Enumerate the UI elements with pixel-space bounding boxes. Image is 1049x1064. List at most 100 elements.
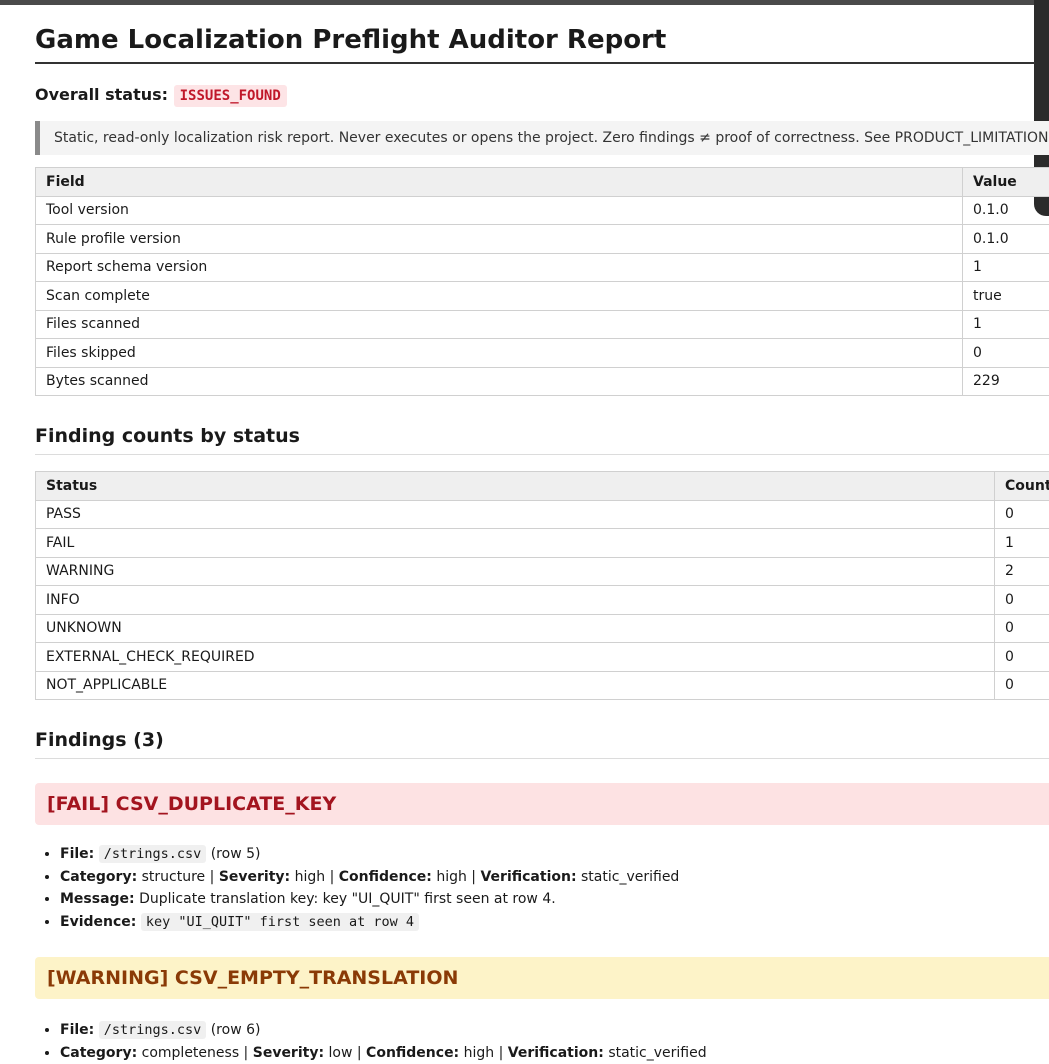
status-counts-table: Status Count PASS0 FAIL1 WARNING2 INFO0 … <box>35 471 1049 700</box>
message-value: Duplicate translation key: key "UI_QUIT"… <box>139 891 556 907</box>
table-cell: 0 <box>963 339 1049 368</box>
field-label: File: <box>60 1022 94 1038</box>
list-item: Category: completeness | Severity: low |… <box>60 1042 1049 1064</box>
field-label: Severity: <box>219 869 290 885</box>
field-label: File: <box>60 846 94 862</box>
table-cell: FAIL <box>36 529 995 558</box>
evidence-value: key "UI_QUIT" first seen at row 4 <box>141 913 419 931</box>
table-header-row: Status Count <box>36 472 1049 501</box>
field-label: Category: <box>60 1045 137 1061</box>
table-row: Files scanned1 <box>36 310 1049 339</box>
verification-value: static_verified <box>581 869 679 885</box>
finding-title-warning: [WARNING] CSV_EMPTY_TRANSLATION <box>35 957 1049 999</box>
table-row: NOT_APPLICABLE0 <box>36 671 1049 700</box>
section-heading-counts: Finding counts by status <box>35 422 1049 455</box>
table-cell: 1 <box>963 310 1049 339</box>
table-cell: INFO <box>36 586 995 615</box>
field-label: Verification: <box>508 1045 604 1061</box>
table-row: FAIL1 <box>36 529 1049 558</box>
table-cell: 1 <box>963 253 1049 282</box>
list-item: Evidence: key "UI_QUIT" first seen at ro… <box>60 911 1049 934</box>
disclaimer-notice: Static, read-only localization risk repo… <box>35 121 1049 155</box>
column-header: Count <box>995 472 1049 501</box>
status-badge: ISSUES_FOUND <box>174 85 287 107</box>
page-title: Game Localization Preflight Auditor Repo… <box>35 20 1035 64</box>
field-label: Verification: <box>480 869 576 885</box>
table-row: Files skipped0 <box>36 339 1049 368</box>
field-label: Confidence: <box>366 1045 459 1061</box>
severity-value: low <box>329 1045 353 1061</box>
table-row: UNKNOWN0 <box>36 614 1049 643</box>
table-row: PASS0 <box>36 500 1049 529</box>
table-cell: EXTERNAL_CHECK_REQUIRED <box>36 643 995 672</box>
table-cell: Files skipped <box>36 339 963 368</box>
table-row: Tool version0.1.0 <box>36 196 1049 225</box>
table-cell: Bytes scanned <box>36 367 963 396</box>
field-label: Message: <box>60 891 135 907</box>
finding-title-fail: [FAIL] CSV_DUPLICATE_KEY <box>35 783 1049 825</box>
row-ref: (row 6) <box>211 1022 261 1038</box>
column-header: Field <box>36 168 963 197</box>
list-item: Message: Duplicate translation key: key … <box>60 888 1049 911</box>
finding-details: File: /strings.csv (row 5) Category: str… <box>35 843 1049 933</box>
table-cell: UNKNOWN <box>36 614 995 643</box>
list-item: File: /strings.csv (row 6) <box>60 1019 1049 1042</box>
separator: | <box>494 1045 508 1061</box>
field-label: Confidence: <box>339 869 432 885</box>
confidence-value: high <box>464 1045 495 1061</box>
table-cell: 0 <box>995 671 1049 700</box>
category-value: completeness <box>142 1045 239 1061</box>
table-cell: Rule profile version <box>36 225 963 254</box>
separator: | <box>239 1045 253 1061</box>
table-cell: 0 <box>995 500 1049 529</box>
field-label: Evidence: <box>60 914 136 930</box>
separator: | <box>205 869 219 885</box>
field-label: Category: <box>60 869 137 885</box>
report-page: Game Localization Preflight Auditor Repo… <box>35 20 1049 1064</box>
table-row: Report schema version1 <box>36 253 1049 282</box>
separator: | <box>352 1045 366 1061</box>
list-item: Category: structure | Severity: high | C… <box>60 866 1049 889</box>
table-cell: 0 <box>995 643 1049 672</box>
verification-value: static_verified <box>608 1045 706 1061</box>
table-cell: Tool version <box>36 196 963 225</box>
table-row: WARNING2 <box>36 557 1049 586</box>
metadata-table: Field Value Tool version0.1.0 Rule profi… <box>35 167 1049 396</box>
overall-status-label: Overall status: <box>35 85 168 104</box>
table-cell: NOT_APPLICABLE <box>36 671 995 700</box>
separator: | <box>325 869 339 885</box>
section-heading-findings: Findings (3) <box>35 726 1049 759</box>
row-ref: (row 5) <box>211 846 261 862</box>
table-row: INFO0 <box>36 586 1049 615</box>
table-cell: PASS <box>36 500 995 529</box>
browser-top-bar <box>0 0 1049 5</box>
table-header-row: Field Value <box>36 168 1049 197</box>
overall-status: Overall status: ISSUES_FOUND <box>35 82 1049 108</box>
table-row: Scan completetrue <box>36 282 1049 311</box>
table-row: Bytes scanned229 <box>36 367 1049 396</box>
table-cell: true <box>963 282 1049 311</box>
file-path: /strings.csv <box>99 845 207 863</box>
confidence-value: high <box>436 869 467 885</box>
table-cell: Scan complete <box>36 282 963 311</box>
table-cell: WARNING <box>36 557 995 586</box>
table-cell: 1 <box>995 529 1049 558</box>
column-header: Value <box>963 168 1049 197</box>
field-label: Severity: <box>253 1045 324 1061</box>
column-header: Status <box>36 472 995 501</box>
table-cell: 0.1.0 <box>963 225 1049 254</box>
file-path: /strings.csv <box>99 1021 207 1039</box>
table-cell: 229 <box>963 367 1049 396</box>
finding-details: File: /strings.csv (row 6) Category: com… <box>35 1019 1049 1064</box>
category-value: structure <box>142 869 206 885</box>
list-item: File: /strings.csv (row 5) <box>60 843 1049 866</box>
table-cell: 0 <box>995 614 1049 643</box>
table-row: Rule profile version0.1.0 <box>36 225 1049 254</box>
severity-value: high <box>295 869 326 885</box>
separator: | <box>467 869 481 885</box>
table-cell: 2 <box>995 557 1049 586</box>
table-cell: Report schema version <box>36 253 963 282</box>
table-cell: 0 <box>995 586 1049 615</box>
table-cell: Files scanned <box>36 310 963 339</box>
table-cell: 0.1.0 <box>963 196 1049 225</box>
